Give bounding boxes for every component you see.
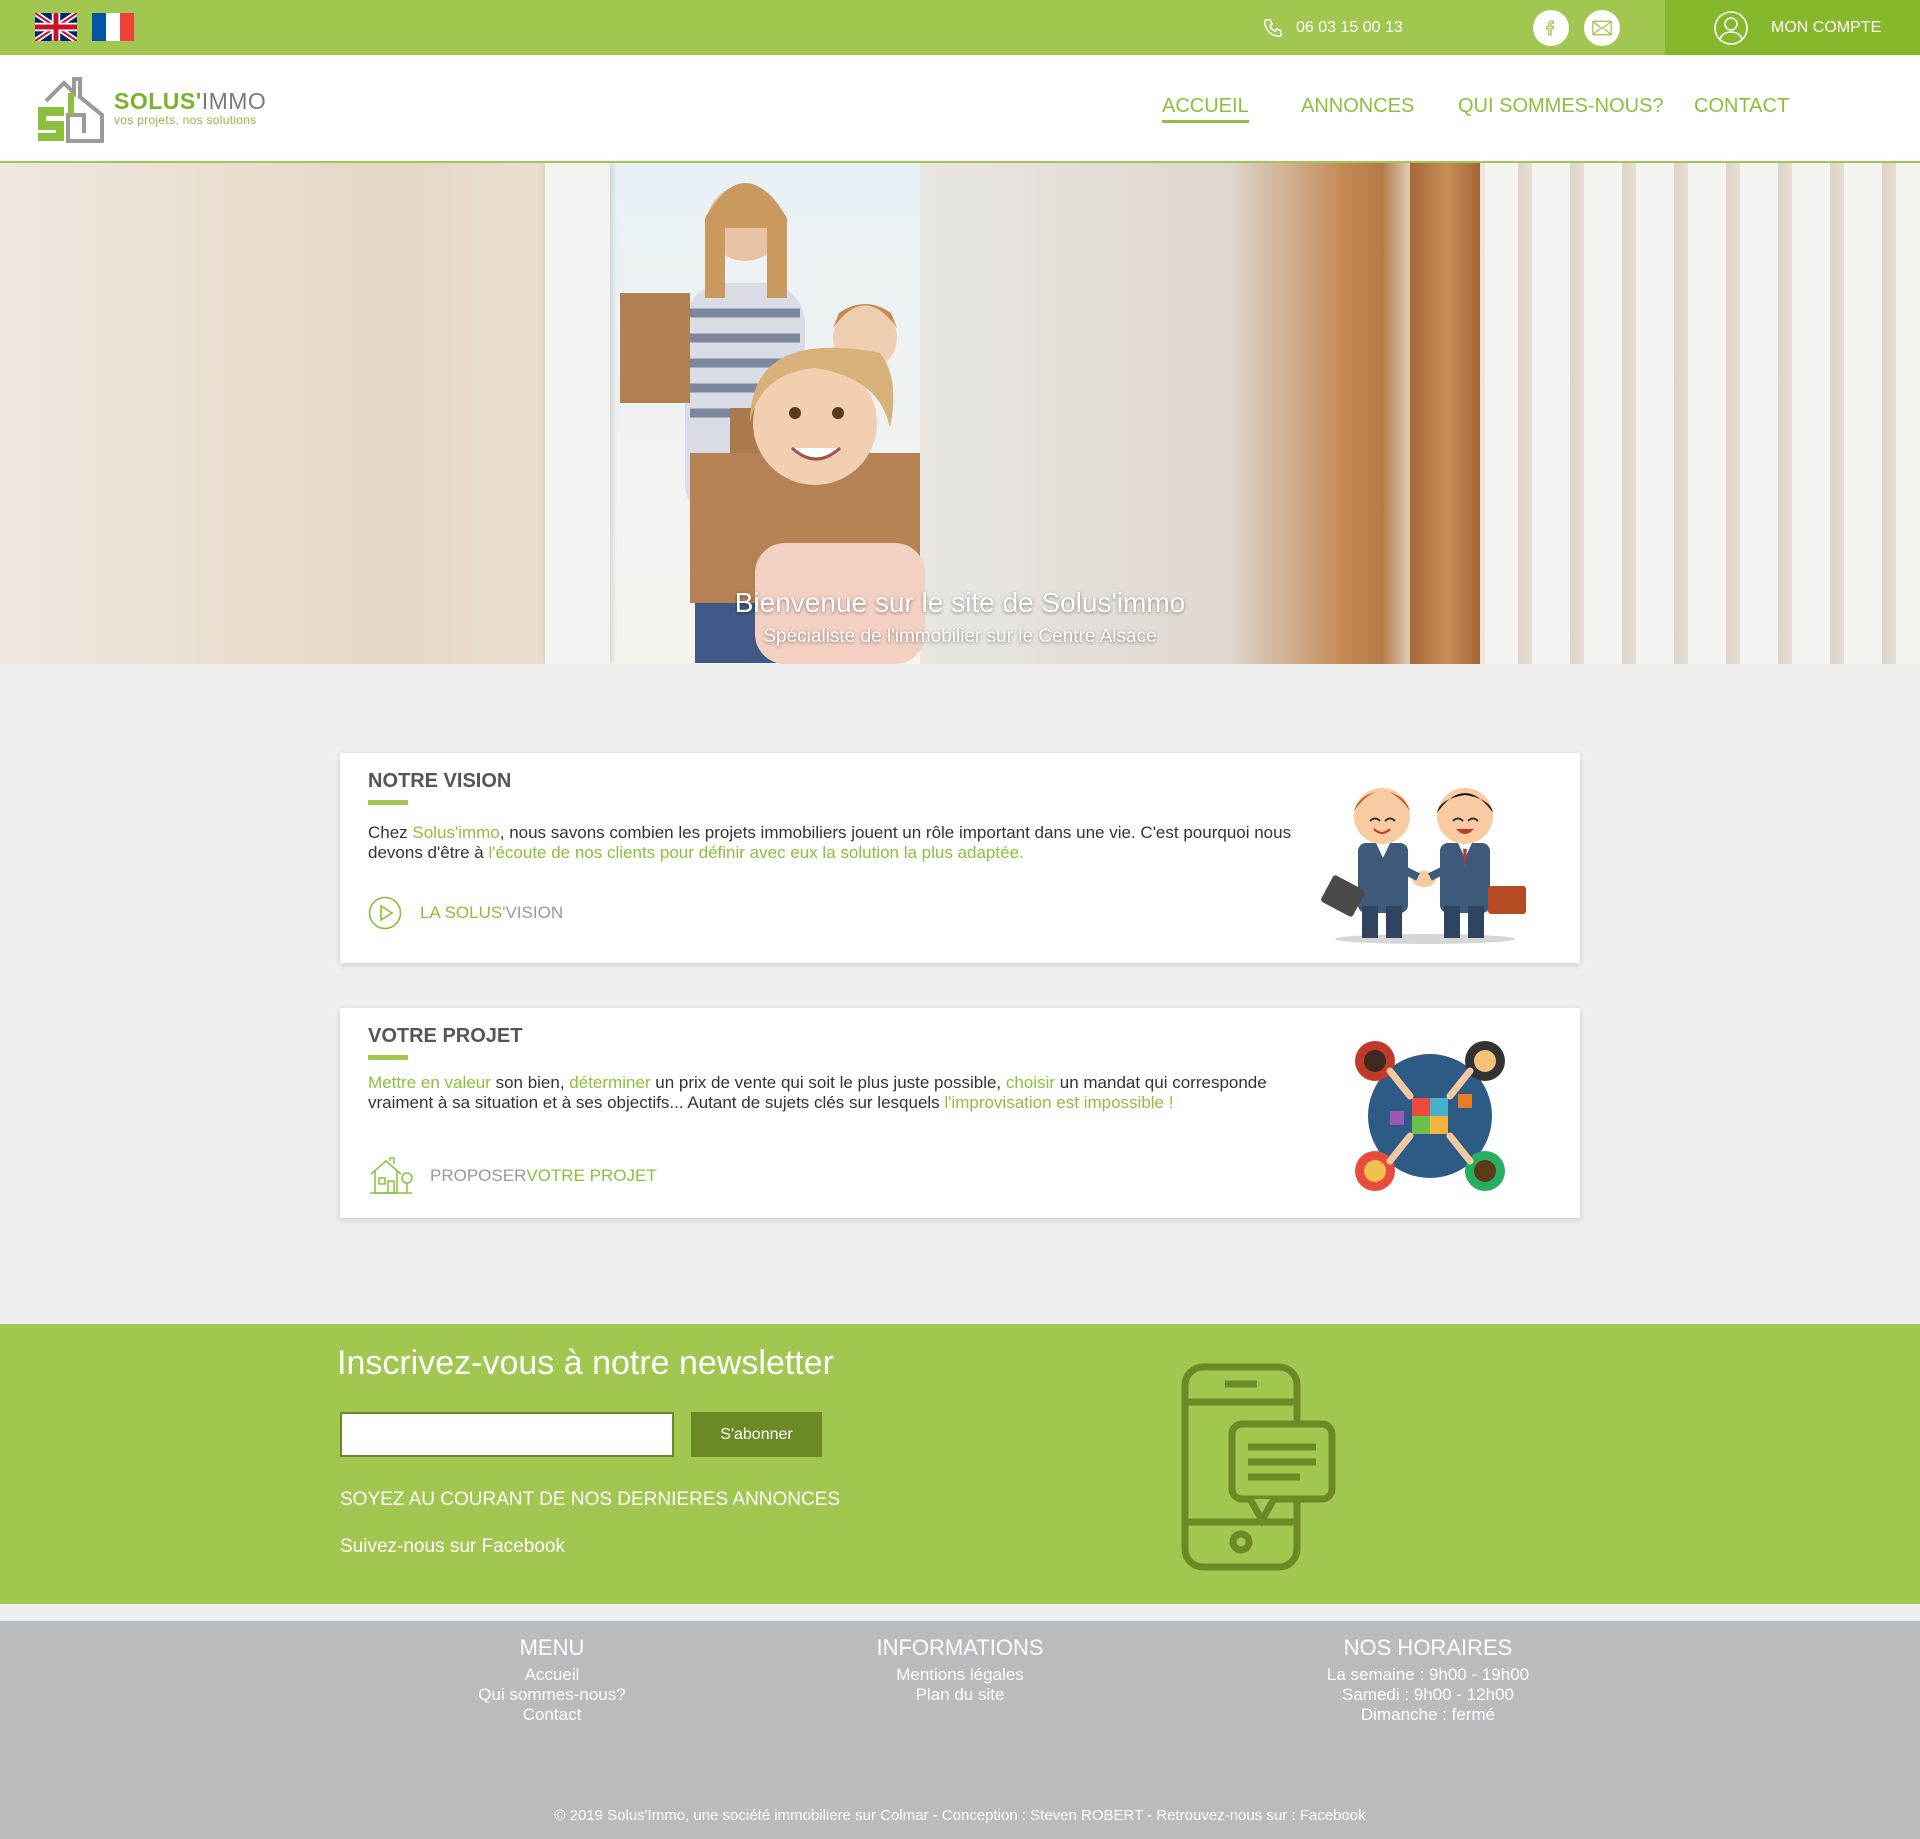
mail-icon[interactable]	[1584, 10, 1620, 46]
projet-link-gray: PROPOSER	[430, 1166, 527, 1185]
hours-sunday: Dimanche : fermé	[1360, 1705, 1496, 1724]
hours-saturday: Samedi : 9h00 - 12h00	[1341, 1685, 1514, 1704]
uk-flag-icon[interactable]	[35, 13, 77, 41]
vision-link-gray: VISION	[505, 903, 564, 922]
logo-tagline: vos projets, nos solutions	[114, 112, 257, 127]
vision-text-brand: Solus'immo	[412, 823, 500, 842]
mobile-message-icon	[1181, 1363, 1336, 1571]
newsletter-title: Inscrivez-vous à notre newsletter	[337, 1344, 834, 1382]
handshake-illustration	[1321, 788, 1526, 944]
hero-title: Bienvenue sur le site de Solus'immo	[734, 587, 1186, 618]
team-puzzle-illustration	[1355, 1041, 1505, 1191]
footer-link-mentions-legales[interactable]: Mentions légales	[896, 1665, 1024, 1684]
projet-text-t5: choisir	[1005, 1073, 1056, 1092]
nav-annonces[interactable]: ANNONCES	[1301, 95, 1414, 118]
footer-link-plan-du-site[interactable]: Plan du site	[916, 1685, 1005, 1704]
user-icon	[1714, 10, 1748, 45]
logo-name-light: IMMO	[201, 87, 267, 114]
copyright: © 2019 Solus'Immo, une société immobilie…	[554, 1807, 1366, 1824]
nav-contact[interactable]: CONTACT	[1694, 95, 1789, 118]
vision-text: Chez Solus'immo, nous savons combien les…	[368, 823, 1308, 863]
nav-qui-sommes-nous[interactable]: QUI SOMMES-NOUS?	[1458, 95, 1664, 118]
footer-info-title: INFORMATIONS	[876, 1635, 1044, 1660]
footer-link-qui-sommes-nous[interactable]: Qui sommes-nous?	[478, 1685, 625, 1704]
vision-link[interactable]: LA SOLUS' VISION	[368, 896, 563, 930]
top-bar: 06 03 15 00 13 MON COMPTE	[0, 0, 1920, 55]
footer-menu-title: MENU	[519, 1635, 585, 1660]
projet-text-t1: Mettre en valeur	[368, 1073, 491, 1092]
projet-text-t3: déterminer	[569, 1073, 651, 1092]
house-icon	[370, 1157, 413, 1194]
nav-accueil[interactable]: ACCUEIL	[1162, 95, 1249, 123]
hero-banner: Bienvenue sur le site de Solus'immo Spéc…	[0, 163, 1920, 664]
facebook-follow-link[interactable]: Suivez-nous sur Facebook	[340, 1536, 565, 1558]
site-header: SOLUS'IMMO vos projets, nos solutions AC…	[0, 55, 1920, 163]
projet-link[interactable]: PROPOSER VOTRE PROJET	[368, 1156, 657, 1196]
footer-informations: INFORMATIONS Mentions légales Plan du si…	[800, 1635, 1120, 1705]
site-logo[interactable]: SOLUS'IMMO vos projets, nos solutions	[34, 71, 274, 143]
logo-name-bold: SOLUS'	[114, 87, 202, 114]
site-footer: MENU Accueil Qui sommes-nous? Contact IN…	[0, 1621, 1920, 1839]
newsletter-section: Inscrivez-vous à notre newsletter S'abon…	[0, 1324, 1920, 1604]
projet-text-t7: l'improvisation est impossible !	[944, 1093, 1174, 1112]
vision-text-highlight: l'écoute de nos clients pour définir ave…	[488, 843, 1024, 862]
facebook-icon[interactable]	[1533, 10, 1569, 46]
footer-menu: MENU Accueil Qui sommes-nous? Contact	[392, 1635, 712, 1725]
account-label: MON COMPTE	[1771, 18, 1882, 36]
footer-hours: NOS HORAIRES La semaine : 9h00 - 19h00 S…	[1268, 1635, 1588, 1725]
projet-text-t2: son bien,	[490, 1073, 570, 1092]
logo-house-icon	[38, 77, 104, 143]
vision-title: NOTRE VISION	[368, 770, 511, 805]
play-icon	[368, 896, 402, 930]
projet-text-t4: un prix de vente qui soit le plus juste …	[650, 1073, 1006, 1092]
newsletter-email-input[interactable]	[340, 1412, 674, 1457]
hero-subtitle: Spécialiste de l'immobilier sur le Centr…	[763, 626, 1157, 647]
phone-number: 06 03 15 00 13	[1296, 19, 1403, 36]
projet-link-green: VOTRE PROJET	[526, 1166, 657, 1185]
subscribe-button[interactable]: S'abonner	[691, 1412, 822, 1457]
phone-icon	[1264, 19, 1282, 37]
phone-contact[interactable]: 06 03 15 00 13	[1262, 14, 1403, 42]
footer-link-contact[interactable]: Contact	[523, 1705, 582, 1724]
projet-text: Mettre en valeur son bien, déterminer un…	[368, 1073, 1308, 1113]
fr-flag-icon[interactable]	[92, 13, 134, 41]
projet-card: VOTRE PROJET Mettre en valeur son bien, …	[340, 1008, 1580, 1218]
hours-week: La semaine : 9h00 - 19h00	[1326, 1665, 1530, 1684]
newsletter-info: SOYEZ AU COURANT DE NOS DERNIERES ANNONC…	[340, 1489, 841, 1510]
vision-text-1: Chez	[368, 823, 413, 842]
account-button[interactable]: MON COMPTE	[1665, 0, 1920, 55]
projet-title: VOTRE PROJET	[368, 1025, 522, 1060]
vision-card: NOTRE VISION Chez Solus'immo, nous savon…	[340, 753, 1580, 963]
footer-hours-title: NOS HORAIRES	[1343, 1635, 1513, 1660]
footer-link-accueil[interactable]: Accueil	[525, 1665, 580, 1684]
vision-link-green: LA SOLUS'	[420, 903, 506, 922]
